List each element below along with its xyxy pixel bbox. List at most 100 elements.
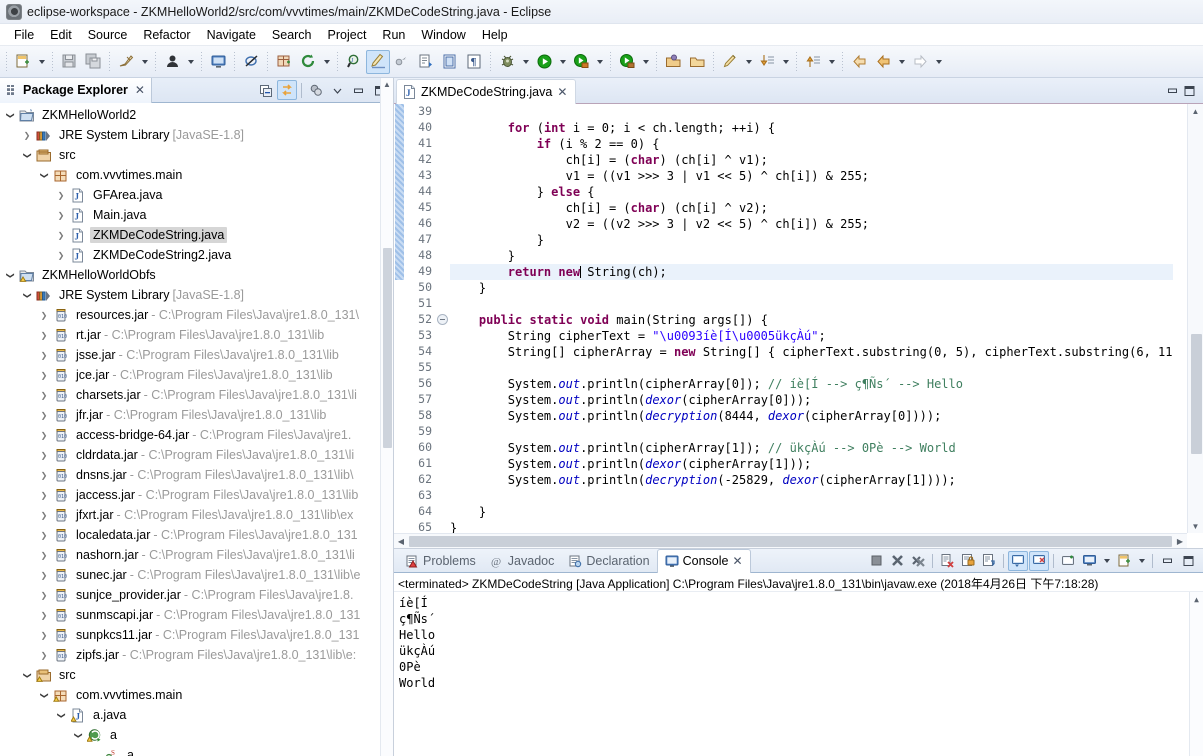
forward-arrow-icon[interactable]	[908, 50, 932, 74]
chevron-right-icon[interactable]	[36, 491, 52, 500]
chevron-down-icon[interactable]	[70, 731, 86, 740]
open-console-icon[interactable]	[1058, 551, 1078, 571]
chevron-down-icon[interactable]	[932, 50, 945, 74]
chevron-down-icon[interactable]	[320, 50, 333, 74]
tree-item-src[interactable]: src	[0, 665, 393, 685]
tab-zkmdecodestring-java[interactable]: J ZKMDeCodeString.java ✕	[396, 78, 577, 105]
chevron-right-icon[interactable]	[36, 631, 52, 640]
code-line[interactable]: v1 = ((v1 >>> 3 | v1 << 5) ^ ch[i]) & 25…	[450, 168, 1203, 184]
chevron-down-icon[interactable]	[19, 151, 35, 160]
filters-icon[interactable]	[306, 80, 326, 100]
scroll-lock-icon[interactable]	[958, 551, 978, 571]
tab-javadoc[interactable]: @ Javadoc	[483, 549, 562, 573]
maximize-icon[interactable]	[1178, 551, 1198, 571]
tree-item-dnsns-jar[interactable]: 010 dnsns.jar - C:\Program Files\Java\jre…	[0, 465, 393, 485]
chevron-down-icon[interactable]	[2, 271, 18, 280]
menu-run[interactable]: Run	[374, 26, 413, 44]
monitor-icon[interactable]	[206, 50, 230, 74]
close-icon[interactable]: ✕	[557, 85, 567, 99]
tree-item-jre-system-library[interactable]: JRE System Library [JavaSE-1.8]	[0, 285, 393, 305]
scroll-down-icon[interactable]: ▼	[1188, 519, 1203, 533]
chevron-right-icon[interactable]	[36, 391, 52, 400]
tree-item-rt-jar[interactable]: 010 rt.jar - C:\Program Files\Java\jre1.8…	[0, 325, 393, 345]
minimize-icon[interactable]	[348, 80, 368, 100]
tree-item-charsets-jar[interactable]: 010 charsets.jar - C:\Program Files\Java\…	[0, 385, 393, 405]
code-line[interactable]: System.out.println(dexor(cipherArray[1])…	[450, 456, 1203, 472]
close-icon[interactable]: ✕	[732, 554, 742, 568]
tree-item-a[interactable]: a	[0, 725, 393, 745]
tree-item-a[interactable]: Sa	[0, 745, 393, 756]
tree-item-jfr-jar[interactable]: 010 jfr.jar - C:\Program Files\Java\jre1.…	[0, 405, 393, 425]
code-line[interactable]: ch[i] = (char) (ch[i] ^ v2);	[450, 200, 1203, 216]
chevron-right-icon[interactable]	[36, 351, 52, 360]
tab-declaration[interactable]: Declaration	[561, 549, 656, 573]
chevron-down-icon[interactable]	[2, 111, 18, 120]
tree-item-sunmscapi-jar[interactable]: 010 sunmscapi.jar - C:\Program Files\Java…	[0, 605, 393, 625]
chevron-down-icon[interactable]	[36, 691, 52, 700]
console-scrollbar[interactable]: ▲	[1189, 592, 1203, 756]
tree-item-zkmhelloworldobfs[interactable]: ZKMHelloWorldObfs	[0, 265, 393, 285]
chevron-right-icon[interactable]	[36, 451, 52, 460]
menu-help[interactable]: Help	[474, 26, 516, 44]
code-line[interactable]: return new String(ch);	[450, 264, 1203, 280]
no-breakpoint-icon[interactable]	[239, 50, 263, 74]
tree-item-jce-jar[interactable]: 010 jce.jar - C:\Program Files\Java\jre1.…	[0, 365, 393, 385]
menu-search[interactable]: Search	[264, 26, 320, 44]
chevron-down-icon[interactable]	[639, 50, 652, 74]
code-line[interactable]: }	[450, 504, 1203, 520]
chevron-right-icon[interactable]	[36, 311, 52, 320]
chevron-right-icon[interactable]	[36, 511, 52, 520]
tab-console[interactable]: Console ✕	[656, 548, 751, 573]
back-arrow-outline-icon[interactable]	[847, 50, 871, 74]
save-icon[interactable]	[57, 50, 81, 74]
open-task-icon[interactable]	[685, 50, 709, 74]
tree-item-zkmhelloworld2[interactable]: ZKMHelloWorld2	[0, 105, 393, 125]
up-arrow-icon[interactable]	[801, 50, 825, 74]
display-console-icon[interactable]	[1029, 550, 1049, 571]
fold-column[interactable]	[436, 104, 450, 548]
menu-file[interactable]: File	[6, 26, 42, 44]
menu-source[interactable]: Source	[80, 26, 136, 44]
tree-item-jfxrt-jar[interactable]: 010 jfxrt.jar - C:\Program Files\Java\jre…	[0, 505, 393, 525]
tree-item-main-java[interactable]: J Main.java	[0, 205, 393, 225]
maximize-icon[interactable]	[1183, 84, 1196, 97]
chevron-down-icon[interactable]	[1100, 552, 1113, 570]
code-line[interactable]: }	[450, 248, 1203, 264]
tree-item-src[interactable]: src	[0, 145, 393, 165]
chevron-down-icon[interactable]	[1135, 552, 1148, 570]
back-arrow-icon[interactable]	[871, 50, 895, 74]
tree-item-cldrdata-jar[interactable]: 010 cldrdata.jar - C:\Program Files\Java\…	[0, 445, 393, 465]
tree-item-jsse-jar[interactable]: 010 jsse.jar - C:\Program Files\Java\jre1…	[0, 345, 393, 365]
clear-console-icon[interactable]	[937, 551, 957, 571]
tree-item-a-java[interactable]: Ja.java	[0, 705, 393, 725]
open-type-icon[interactable]	[661, 50, 685, 74]
editor-body[interactable]: 39 40 41 42 43 44 45 46 47 48 49 50 51 52 53 54 55 56 57 58…	[394, 104, 1203, 548]
code-line[interactable]: System.out.println(decryption(8444, dexo…	[450, 408, 1203, 424]
code-line[interactable]: }	[450, 280, 1203, 296]
menu-edit[interactable]: Edit	[42, 26, 80, 44]
chevron-right-icon[interactable]	[36, 371, 52, 380]
chevron-right-icon[interactable]	[53, 231, 69, 240]
collapse-all-icon[interactable]	[256, 80, 276, 100]
chevron-right-icon[interactable]	[36, 551, 52, 560]
link-icon[interactable]	[390, 50, 414, 74]
tree-item-access-bridge-64-jar[interactable]: 010 access-bridge-64.jar - C:\Program Fil…	[0, 425, 393, 445]
chevron-down-icon[interactable]	[184, 50, 197, 74]
code-line[interactable]	[450, 360, 1203, 376]
chevron-down-icon[interactable]	[825, 50, 838, 74]
menu-project[interactable]: Project	[320, 26, 375, 44]
scroll-right-icon[interactable]: ▶	[1173, 537, 1187, 546]
package-explorer-tree[interactable]: ZKMHelloWorld2 JRE System Library [JavaSE…	[0, 103, 393, 756]
tree-item-zkmdecodestring2-java[interactable]: J ZKMDeCodeString2.java	[0, 245, 393, 265]
chevron-right-icon[interactable]	[36, 611, 52, 620]
tree-item-com-vvvtimes-main[interactable]: com.vvvtimes.main	[0, 165, 393, 185]
pencil-icon[interactable]	[718, 50, 742, 74]
save-all-icon[interactable]	[81, 50, 105, 74]
tree-item-com-vvvtimes-main[interactable]: com.vvvtimes.main	[0, 685, 393, 705]
code-line[interactable]	[450, 296, 1203, 312]
chevron-down-icon[interactable]	[19, 291, 35, 300]
menu-window[interactable]: Window	[413, 26, 473, 44]
chevron-right-icon[interactable]	[53, 251, 69, 260]
package-explorer-scrollbar[interactable]: ▲	[380, 78, 393, 756]
highlight-pen-icon[interactable]	[366, 49, 390, 74]
